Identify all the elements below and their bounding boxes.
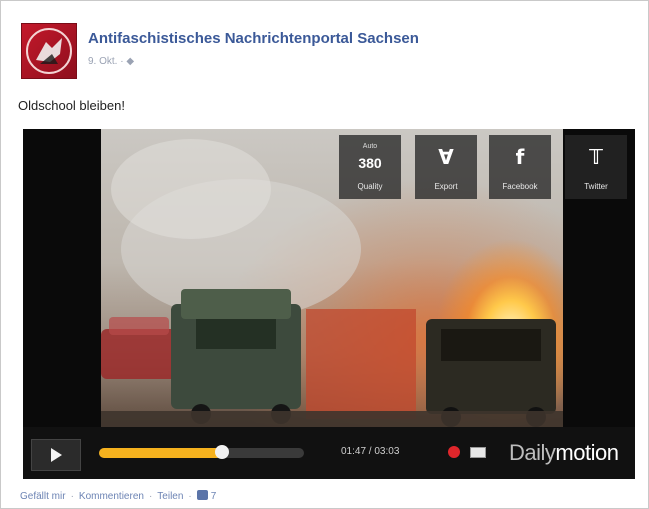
export-label: Export [434,182,458,191]
brand-light: Daily [509,440,556,465]
dailymotion-logo[interactable]: Dailymotion [509,440,619,466]
quality-button[interactable]: Auto 380 Quality [339,135,401,199]
facebook-label: Facebook [502,182,538,191]
thumbs-up-icon [196,490,208,500]
post-actions: Gefällt mir · Kommentieren · Teilen · 7 [20,490,216,502]
like-count-link[interactable]: 7 [196,490,217,502]
facebook-icon: f [515,145,525,169]
brand-bold: motion [555,440,619,465]
like-count: 7 [210,491,217,502]
player-control-bar: 01:47 / 03:03 Dailymotion [23,427,635,479]
twitter-icon: 𝕋 [589,145,603,169]
share-link[interactable]: Teilen [157,491,183,502]
page-name-link[interactable]: Antifaschistisches Nachrichtenportal Sac… [88,30,419,47]
language-flag-icon[interactable] [470,447,486,458]
progress-fill [99,448,222,458]
like-link[interactable]: Gefällt mir [20,491,66,502]
quality-label: Quality [357,182,383,191]
separator: · [70,491,74,502]
comment-link[interactable]: Kommentieren [79,491,144,502]
post-timestamp[interactable]: 9. Okt. · ◆ [88,56,134,67]
antifa-logo-icon [26,28,72,74]
play-icon [51,448,62,462]
page-avatar[interactable] [21,23,77,79]
separator: · [148,491,153,502]
time-display: 01:47 / 03:03 [341,446,400,457]
play-button[interactable] [31,439,81,471]
post-message: Oldschool bleiben! [18,98,125,113]
record-icon[interactable] [448,446,460,458]
twitter-label: Twitter [584,182,608,191]
facebook-post: Antifaschistisches Nachrichtenportal Sac… [0,0,649,509]
facebook-share-button[interactable]: f Facebook [489,135,551,199]
separator: · [188,491,192,502]
export-icon: Ɐ [438,145,454,169]
quality-value: 380 [358,155,382,171]
video-player[interactable]: Auto 380 Quality Ɐ Export f Facebook 𝕋 T… [23,129,635,479]
twitter-share-button[interactable]: 𝕋 Twitter [565,135,627,199]
progress-handle[interactable] [215,445,229,459]
export-button[interactable]: Ɐ Export [415,135,477,199]
progress-bar[interactable] [99,445,304,459]
quality-auto-label: Auto [362,143,378,150]
